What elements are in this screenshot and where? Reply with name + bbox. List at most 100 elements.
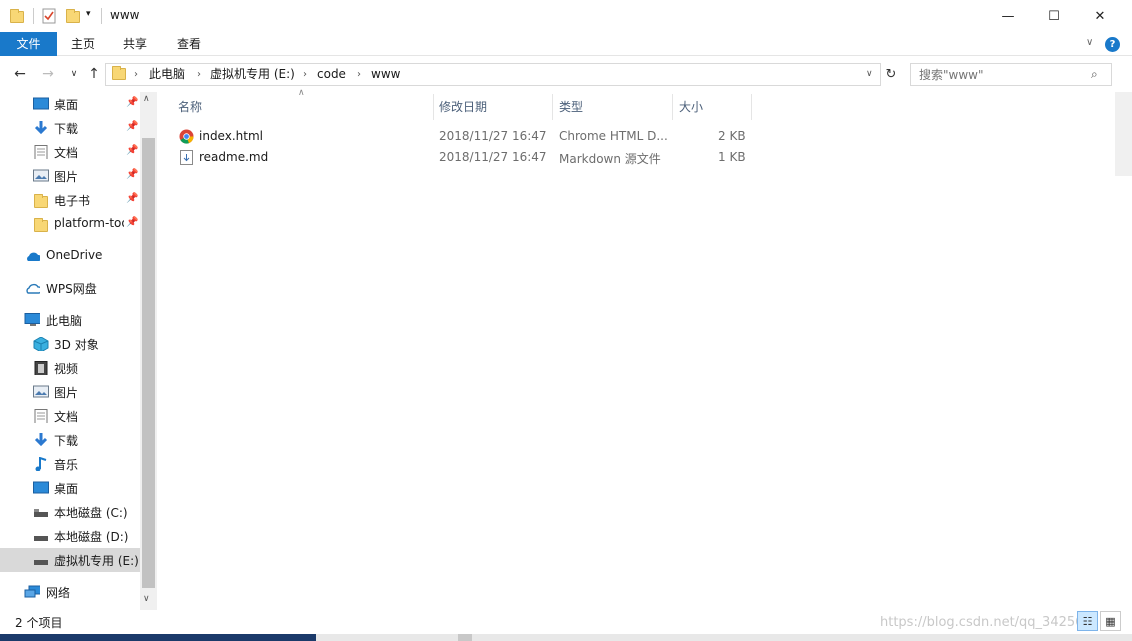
sidebar-item-label: 本地磁盘 (C:)	[54, 506, 128, 520]
chevron-right-icon[interactable]: ›	[357, 64, 361, 85]
pin-icon[interactable]: 📌	[126, 169, 138, 180]
scroll-down-icon[interactable]: ∨	[143, 594, 150, 604]
back-button[interactable]: ←	[10, 64, 30, 84]
sidebar-item-label: 下载	[54, 122, 79, 136]
new-folder-icon[interactable]	[66, 8, 80, 24]
sidebar-item-downloads-pc[interactable]: 下载	[0, 428, 140, 452]
forward-button[interactable]: →	[38, 64, 58, 84]
address-bar[interactable]: › 此电脑 › 虚拟机专用 (E:) › code › www ∨	[105, 63, 881, 86]
help-icon[interactable]: ?	[1105, 37, 1120, 52]
chevron-right-icon[interactable]: ›	[197, 64, 201, 85]
pin-icon[interactable]: 📌	[126, 121, 138, 132]
divider	[101, 8, 102, 24]
scroll-track[interactable]	[1115, 92, 1132, 176]
sidebar-item-label: WPS网盘	[46, 282, 97, 296]
chevron-right-icon[interactable]: ›	[134, 64, 138, 85]
music-icon	[35, 457, 47, 471]
drive-icon	[34, 560, 48, 565]
search-input[interactable]	[919, 66, 1089, 83]
sidebar-item-label: 图片	[54, 386, 79, 400]
scroll-up-icon[interactable]: ∧	[143, 94, 150, 104]
computer-icon	[24, 313, 40, 326]
sidebar-item-onedrive[interactable]: OneDrive	[0, 244, 140, 268]
title-bar: ▾ www — ☐ ✕	[0, 0, 1132, 32]
sidebar-item-label: 文档	[54, 410, 79, 424]
pin-icon[interactable]: 📌	[126, 145, 138, 156]
sidebar-item-desktop[interactable]: 桌面 📌	[0, 92, 140, 116]
file-list: ∧ 名称 修改日期 类型 大小 index.html 2018/11/27 16…	[160, 88, 1132, 610]
expand-ribbon-icon[interactable]: ∨	[1086, 37, 1093, 48]
pin-icon[interactable]: 📌	[126, 97, 138, 108]
sidebar-item-network[interactable]: 网络	[0, 580, 140, 604]
maximize-button[interactable]: ☐	[1031, 0, 1077, 32]
column-header-size[interactable]: 大小	[673, 94, 752, 120]
file-name: readme.md	[199, 150, 269, 164]
sidebar-item-drive-c[interactable]: 本地磁盘 (C:)	[0, 500, 140, 524]
sidebar-item-label: 图片	[54, 170, 79, 184]
large-icons-view-button[interactable]: ▦	[1100, 611, 1121, 631]
file-size: 1 KB	[718, 150, 746, 164]
sidebar-item-videos[interactable]: 视频	[0, 356, 140, 380]
markdown-file-icon	[180, 150, 193, 165]
sidebar-item-platform-tools[interactable]: platform-too 📌	[0, 212, 140, 236]
sidebar-item-label: 下载	[54, 434, 79, 448]
document-icon	[34, 145, 48, 159]
content-scrollbar[interactable]	[1115, 92, 1132, 610]
sidebar-item-pictures[interactable]: 图片 📌	[0, 164, 140, 188]
sidebar-scroll-thumb[interactable]	[142, 138, 155, 588]
sidebar-item-pictures-pc[interactable]: 图片	[0, 380, 140, 404]
taskbar-segment	[458, 634, 472, 641]
minimize-button[interactable]: —	[985, 0, 1031, 32]
sidebar-item-downloads[interactable]: 下载 📌	[0, 116, 140, 140]
properties-icon[interactable]	[42, 8, 56, 24]
breadcrumb-code[interactable]: code	[317, 64, 346, 85]
sidebar-item-drive-e[interactable]: 虚拟机专用 (E:)	[0, 548, 140, 572]
file-name: index.html	[199, 129, 263, 143]
desktop-icon	[33, 481, 49, 494]
sidebar-item-ebooks[interactable]: 电子书 📌	[0, 188, 140, 212]
file-row[interactable]: readme.md 2018/11/27 16:47 Markdown 源文件 …	[174, 147, 754, 168]
column-header-name[interactable]: 名称	[172, 94, 434, 120]
sidebar-item-label: 电子书	[54, 194, 91, 208]
search-box[interactable]: ⌕	[910, 63, 1112, 86]
chevron-down-icon[interactable]: ∨	[866, 64, 873, 85]
up-button[interactable]: ↑	[84, 64, 104, 84]
refresh-button[interactable]: ↻	[881, 64, 901, 84]
sidebar-item-label: 3D 对象	[54, 338, 99, 352]
tab-file[interactable]: 文件	[0, 32, 57, 56]
sidebar-item-documents[interactable]: 文档 📌	[0, 140, 140, 164]
file-row[interactable]: index.html 2018/11/27 16:47 Chrome HTML …	[174, 126, 754, 147]
download-icon	[34, 121, 48, 135]
details-view-button[interactable]: ☷	[1077, 611, 1098, 631]
sidebar-item-this-pc[interactable]: 此电脑	[0, 308, 140, 332]
sidebar-item-desktop-pc[interactable]: 桌面	[0, 476, 140, 500]
cube-icon	[33, 337, 49, 351]
sidebar-item-3d-objects[interactable]: 3D 对象	[0, 332, 140, 356]
sidebar-item-music[interactable]: 音乐	[0, 452, 140, 476]
tab-share[interactable]: 共享	[110, 32, 160, 56]
breadcrumb-drive-e[interactable]: 虚拟机专用 (E:)	[210, 64, 295, 85]
sidebar-item-documents-pc[interactable]: 文档	[0, 404, 140, 428]
pin-icon[interactable]: 📌	[126, 193, 138, 204]
file-size: 2 KB	[718, 129, 746, 143]
breadcrumb-www[interactable]: www	[371, 64, 400, 85]
file-type: Chrome HTML D...	[559, 129, 668, 143]
tab-view[interactable]: 查看	[164, 32, 214, 56]
pin-icon[interactable]: 📌	[126, 217, 138, 228]
sidebar-item-drive-d[interactable]: 本地磁盘 (D:)	[0, 524, 140, 548]
file-type: Markdown 源文件	[559, 152, 661, 166]
recent-locations-icon[interactable]: ∨	[64, 64, 84, 84]
chevron-right-icon[interactable]: ›	[303, 64, 307, 85]
sidebar-item-label: 文档	[54, 146, 79, 160]
tab-home[interactable]: 主页	[58, 32, 108, 56]
breadcrumb-this-pc[interactable]: 此电脑	[149, 64, 185, 85]
folder-icon	[112, 66, 126, 80]
column-header-modified[interactable]: 修改日期	[433, 94, 553, 120]
search-icon[interactable]: ⌕	[1091, 67, 1098, 82]
sidebar-item-wps[interactable]: WPS网盘	[0, 276, 140, 300]
sidebar-item-label: 虚拟机专用 (E:)	[54, 554, 139, 568]
close-button[interactable]: ✕	[1077, 0, 1123, 32]
column-header-type[interactable]: 类型	[553, 94, 673, 120]
drive-icon	[34, 536, 48, 541]
customize-toolbar-icon[interactable]: ▾	[86, 9, 91, 19]
